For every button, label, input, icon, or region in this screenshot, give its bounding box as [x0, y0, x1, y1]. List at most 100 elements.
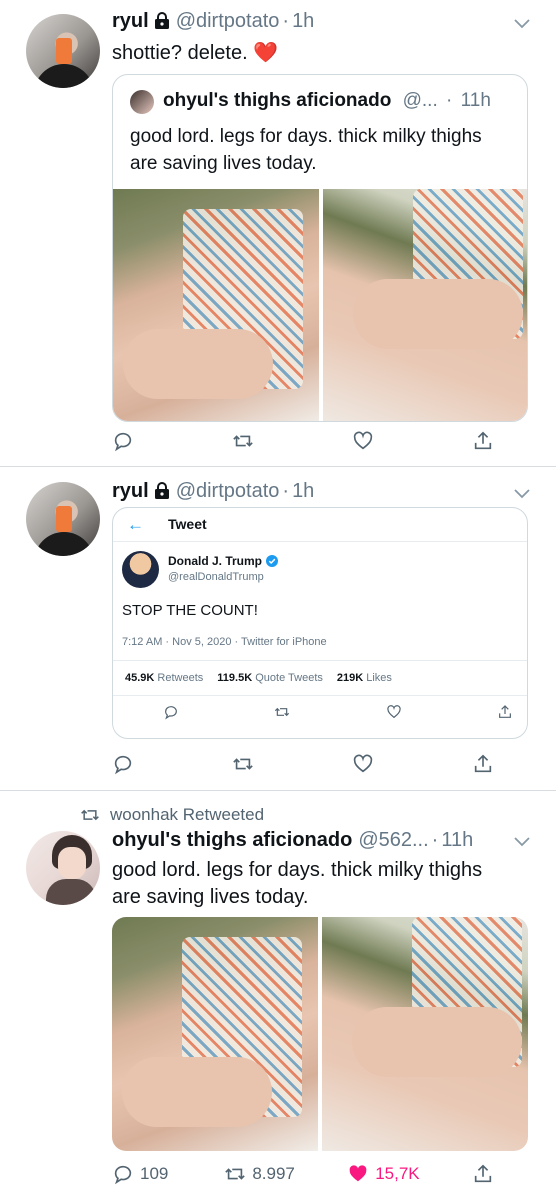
- reply-button[interactable]: 109: [112, 1163, 172, 1185]
- share-icon: [474, 754, 492, 773]
- retweet-icon: [233, 435, 253, 447]
- like-button[interactable]: [352, 430, 412, 452]
- tweet-actions: [112, 430, 532, 452]
- avatar[interactable]: [26, 482, 100, 556]
- tweet-header: ryul @dirtpotato · 1h: [112, 10, 314, 33]
- media-photo-2[interactable]: [323, 189, 527, 421]
- display-name[interactable]: ryul: [112, 480, 149, 503]
- photo-leg: [352, 1007, 522, 1077]
- embedded-stat-retweets: 45.9K Retweets: [125, 672, 204, 684]
- quote-media[interactable]: [113, 189, 527, 421]
- media-photo-2[interactable]: [322, 917, 528, 1151]
- lock-icon: [154, 12, 169, 29]
- handle[interactable]: @dirtpotato: [176, 480, 280, 503]
- timestamp[interactable]: 1h: [292, 10, 314, 33]
- photo-leg: [353, 279, 523, 349]
- like-count: 15,7K: [375, 1164, 420, 1183]
- share-icon: [499, 705, 511, 718]
- photo-leg: [122, 1057, 272, 1127]
- embedded-text: STOP THE COUNT!: [122, 602, 258, 619]
- avatar[interactable]: [26, 831, 100, 905]
- embedded-author-name: Donald J. Trump: [168, 554, 263, 568]
- heart-icon: [386, 705, 401, 719]
- share-button[interactable]: [472, 1163, 532, 1185]
- back-arrow-icon: ←: [127, 515, 144, 534]
- timestamp[interactable]: 11h: [441, 829, 473, 852]
- embedded-avatar: [122, 551, 159, 588]
- share-icon: [474, 431, 492, 450]
- reply-button[interactable]: [112, 753, 172, 775]
- display-name[interactable]: ohyul's thighs aficionado: [112, 829, 352, 852]
- screenshot-title: Tweet: [168, 516, 207, 532]
- retweet-icon: [233, 758, 253, 770]
- reply-button[interactable]: [112, 430, 172, 452]
- retweet-icon: [81, 809, 99, 821]
- handle[interactable]: @dirtpotato: [176, 10, 280, 33]
- tweet-text: shottie? delete. ❤️: [112, 40, 278, 67]
- avatar-face: [58, 847, 86, 879]
- quote-display-name: ohyul's thighs aficionado: [163, 90, 392, 111]
- retweet-icon: [225, 1168, 246, 1180]
- quote-handle: @...: [402, 90, 438, 111]
- tweet-header: ohyul's thighs aficionado @562... · 11h: [112, 829, 473, 852]
- like-button[interactable]: [352, 753, 412, 775]
- like-button[interactable]: 15,7K: [347, 1163, 420, 1185]
- tweet-3[interactable]: woonhak Retweeted ohyul's thighs aficion…: [0, 791, 556, 1200]
- timestamp[interactable]: 1h: [292, 480, 314, 503]
- chevron-down-icon[interactable]: [514, 19, 530, 29]
- avatar-phone: [56, 506, 72, 532]
- chevron-down-icon[interactable]: [514, 489, 530, 499]
- heart-icon: [353, 754, 373, 773]
- media-photo-1[interactable]: [112, 917, 318, 1151]
- embedded-stats: 45.9K Retweets 119.5K Quote Tweets 219K …: [113, 660, 527, 696]
- reply-icon: [165, 706, 177, 720]
- chevron-down-icon[interactable]: [514, 837, 530, 847]
- reply-count: 109: [140, 1164, 169, 1183]
- reply-icon: [114, 1165, 132, 1185]
- reply-icon: [114, 432, 132, 452]
- verified-badge-icon: [266, 555, 279, 567]
- embedded-actions: [163, 704, 513, 720]
- retweet-button[interactable]: [232, 753, 292, 775]
- embedded-meta: 7:12 AM · Nov 5, 2020 · Twitter for iPho…: [122, 636, 327, 648]
- heart-emoji: ❤️: [253, 42, 279, 64]
- quote-avatar: [130, 90, 154, 114]
- handle[interactable]: @562...: [358, 829, 428, 852]
- embedded-stat-quotes: 119.5K Quote Tweets: [217, 672, 323, 684]
- tweet-text: good lord. legs for days. thick milky th…: [112, 857, 482, 911]
- quote-timestamp: 11h: [460, 90, 491, 111]
- separator: ·: [282, 10, 290, 32]
- tweet-actions: [112, 753, 532, 775]
- share-icon: [474, 1164, 492, 1183]
- quoted-tweet[interactable]: ohyul's thighs aficionado @... · 11h goo…: [112, 74, 528, 422]
- retweet-button[interactable]: [232, 430, 292, 452]
- quote-separator: ·: [446, 90, 453, 111]
- separator: ·: [282, 480, 290, 502]
- tweet-2[interactable]: ryul @dirtpotato · 1h ← Tweet Donald J. …: [0, 467, 556, 790]
- avatar-shoulder: [34, 532, 94, 556]
- photo-leg: [123, 329, 273, 399]
- separator: ·: [431, 829, 439, 851]
- heart-icon: [353, 431, 373, 450]
- media-photo-1[interactable]: [113, 189, 319, 421]
- quote-header: ohyul's thighs aficionado @... · 11h: [163, 90, 491, 112]
- retweet-icon: [275, 707, 290, 717]
- tweet-actions: 109 8.997 15,7K: [112, 1163, 532, 1185]
- tweet-media[interactable]: [112, 917, 528, 1151]
- retweeted-by-line[interactable]: woonhak Retweeted: [80, 805, 264, 825]
- tweet-1[interactable]: ryul @dirtpotato · 1h shottie? delete. ❤…: [0, 0, 556, 466]
- avatar-shoulder: [34, 64, 94, 88]
- lock-icon: [154, 482, 169, 499]
- retweet-button[interactable]: 8.997: [224, 1163, 295, 1185]
- share-button[interactable]: [472, 430, 532, 452]
- display-name[interactable]: ryul: [112, 10, 149, 33]
- embedded-author-handle: @realDonaldTrump: [168, 571, 264, 583]
- embedded-stat-likes: 219K Likes: [336, 672, 392, 684]
- embedded-screenshot[interactable]: ← Tweet Donald J. Trump @realDonaldTrump…: [112, 507, 528, 739]
- quote-text: good lord. legs for days. thick milky th…: [130, 126, 482, 174]
- tweet-text-content: shottie? delete.: [112, 42, 248, 64]
- share-button[interactable]: [472, 753, 532, 775]
- avatar[interactable]: [26, 14, 100, 88]
- tweet-header: ryul @dirtpotato · 1h: [112, 480, 314, 503]
- heart-filled-icon: [349, 1165, 367, 1182]
